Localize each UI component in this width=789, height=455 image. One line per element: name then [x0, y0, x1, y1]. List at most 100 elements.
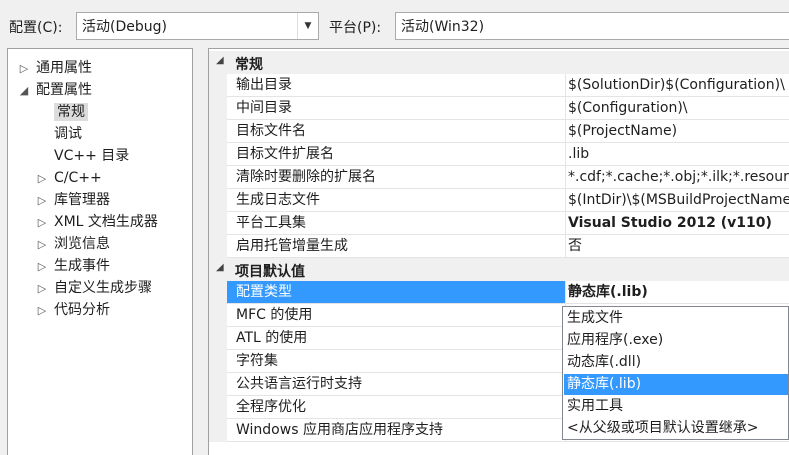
dropdown-option[interactable]: 生成文件	[564, 308, 788, 329]
row-gutter	[209, 120, 227, 143]
row-gutter	[209, 350, 227, 373]
tree-item-label: 自定义生成步骤	[54, 280, 152, 296]
tree-item[interactable]: VC++ 目录	[36, 145, 129, 167]
property-value[interactable]: $(IntDir)\$(MSBuildProjectName).log	[566, 189, 789, 212]
property-value[interactable]: *.cdf;*.cache;*.obj;*.ilk;*.resources	[566, 166, 789, 189]
property-name: 中间目录	[227, 97, 566, 120]
collapsed-arrow-icon[interactable]: ▷	[36, 190, 48, 212]
row-gutter	[209, 327, 227, 350]
tree-item-label: 配置属性	[36, 82, 92, 98]
tree-item-label: VC++ 目录	[54, 148, 130, 164]
category-label: 常规	[235, 57, 263, 73]
property-name: 启用托管增量生成	[227, 235, 566, 258]
category-header[interactable]: ◢ 常规	[209, 51, 789, 74]
collapsed-arrow-icon[interactable]: ▷	[36, 278, 48, 300]
row-gutter	[209, 396, 227, 419]
tree-item[interactable]: ▷ 通用属性	[18, 57, 92, 79]
tree-item[interactable]: 调试	[36, 123, 82, 145]
tree-item[interactable]: ▷ C/C++	[36, 167, 102, 189]
config-toolbar: 配置(C): 活动(Debug) ▼ 平台(P): 活动(Win32)	[0, 0, 789, 48]
row-gutter	[209, 281, 227, 304]
tree-item[interactable]: ▷ 浏览信息	[36, 233, 110, 255]
property-value[interactable]: .lib	[566, 143, 789, 166]
collapsed-arrow-icon[interactable]: ▷	[36, 300, 48, 322]
tree-item-label: XML 文档生成器	[54, 214, 158, 230]
row-gutter	[209, 189, 227, 212]
row-gutter	[209, 373, 227, 396]
row-gutter	[209, 74, 227, 97]
property-name: 公共语言运行时支持	[227, 373, 566, 396]
tree-item[interactable]: ▷ XML 文档生成器	[36, 211, 158, 233]
row-gutter	[209, 97, 227, 120]
row-gutter	[209, 166, 227, 189]
property-name: ATL 的使用	[227, 327, 566, 350]
property-value[interactable]: 否	[566, 235, 789, 258]
property-name: 全程序优化	[227, 396, 566, 419]
dropdown-option[interactable]: 应用程序(.exe)	[564, 330, 788, 351]
dropdown-option[interactable]: <从父级或项目默认设置继承>	[564, 418, 788, 439]
tree-item[interactable]: ▷ 自定义生成步骤	[36, 277, 152, 299]
property-name: 配置类型	[227, 281, 566, 304]
platform-select[interactable]: 活动(Win32)	[395, 12, 789, 40]
collapsed-arrow-icon[interactable]: ▷	[36, 168, 48, 190]
expanded-arrow-icon[interactable]: ◢	[216, 262, 224, 273]
tree-item[interactable]: ▷ 生成事件	[36, 255, 110, 277]
property-row[interactable]: 清除时要删除的扩展名 *.cdf;*.cache;*.obj;*.ilk;*.re…	[209, 166, 789, 189]
collapsed-arrow-icon[interactable]: ▷	[36, 256, 48, 278]
category-header[interactable]: ◢ 项目默认值	[209, 258, 789, 281]
tree-item-label: 调试	[54, 126, 82, 142]
tree-item[interactable]: ▷ 代码分析	[36, 299, 110, 321]
property-row[interactable]: 目标文件扩展名 .lib	[209, 143, 789, 166]
row-gutter	[209, 235, 227, 258]
property-row[interactable]: 生成日志文件$(IntDir)\$(MSBuildProjectName).lo…	[209, 189, 789, 212]
property-name: 平台工具集	[227, 212, 566, 235]
property-name: 目标文件扩展名	[227, 143, 566, 166]
property-row[interactable]: 启用托管增量生成否	[209, 235, 789, 258]
property-name: MFC 的使用	[227, 304, 566, 327]
property-row[interactable]: 平台工具集 Visual Studio 2012 (v110)	[209, 212, 789, 235]
tree-item-label: 通用属性	[36, 60, 92, 76]
expanded-arrow-icon[interactable]: ◢	[18, 80, 30, 102]
property-name: 输出目录	[227, 74, 566, 97]
property-value[interactable]: Visual Studio 2012 (v110)	[566, 212, 789, 235]
property-name: Windows 应用商店应用程序支持	[227, 419, 566, 442]
property-name: 清除时要删除的扩展名	[227, 166, 566, 189]
configuration-select[interactable]: 活动(Debug) ▼	[76, 12, 319, 40]
row-gutter	[209, 304, 227, 327]
tree-item-label: 常规	[54, 103, 88, 121]
tree-item-label: 浏览信息	[54, 236, 110, 252]
tree-item-label: 生成事件	[54, 258, 110, 274]
tree-item-label: 代码分析	[54, 302, 110, 318]
property-value[interactable]: $(ProjectName)	[566, 120, 789, 143]
tree-item[interactable]: 常规	[36, 101, 88, 123]
collapsed-arrow-icon[interactable]: ▷	[36, 234, 48, 256]
collapsed-arrow-icon[interactable]: ▷	[36, 212, 48, 234]
dropdown-option[interactable]: 动态库(.dll)	[564, 352, 788, 373]
property-value[interactable]: 静态库(.lib)	[566, 281, 789, 304]
tree-item-label: C/C++	[54, 170, 102, 186]
chevron-down-icon[interactable]: ▼	[297, 13, 318, 39]
row-gutter	[209, 143, 227, 166]
collapsed-arrow-icon[interactable]: ▷	[18, 58, 30, 80]
platform-label: 平台(P):	[329, 20, 382, 36]
expanded-arrow-icon[interactable]: ◢	[216, 55, 224, 66]
property-name: 目标文件名	[227, 120, 566, 143]
property-name: 生成日志文件	[227, 189, 566, 212]
property-row[interactable]: 目标文件名 $(ProjectName)	[209, 120, 789, 143]
platform-value: 活动(Win32)	[401, 19, 485, 35]
property-value[interactable]: $(Configuration)\	[566, 97, 789, 120]
configuration-label: 配置(C):	[9, 20, 63, 36]
property-row[interactable]: 输出目录 $(SolutionDir)$(Configuration)\	[209, 74, 789, 97]
property-value[interactable]: $(SolutionDir)$(Configuration)\	[566, 74, 789, 97]
dropdown-option[interactable]: 静态库(.lib)	[564, 374, 788, 395]
tree-item[interactable]: ▷ 库管理器	[36, 189, 110, 211]
tree-item-label: 库管理器	[54, 192, 110, 208]
tree-item[interactable]: ◢ 配置属性	[18, 79, 92, 101]
dropdown-option[interactable]: 实用工具	[564, 396, 788, 417]
configuration-type-dropdown[interactable]: 生成文件 应用程序(.exe) 动态库(.dll) 静态库(.lib) 实用工具 <从父级…	[562, 306, 789, 440]
property-row[interactable]: 中间目录 $(Configuration)\	[209, 97, 789, 120]
configuration-value: 活动(Debug)	[82, 19, 167, 35]
property-tree: ▷ 通用属性 ◢ 配置属性常规调试 VC++ 目录 ▷ C/C++ ▷ 库管理器 ▷ XML 文档生…	[7, 48, 193, 455]
row-gutter	[209, 419, 227, 442]
property-row[interactable]: 配置类型 静态库(.lib)	[209, 281, 789, 304]
